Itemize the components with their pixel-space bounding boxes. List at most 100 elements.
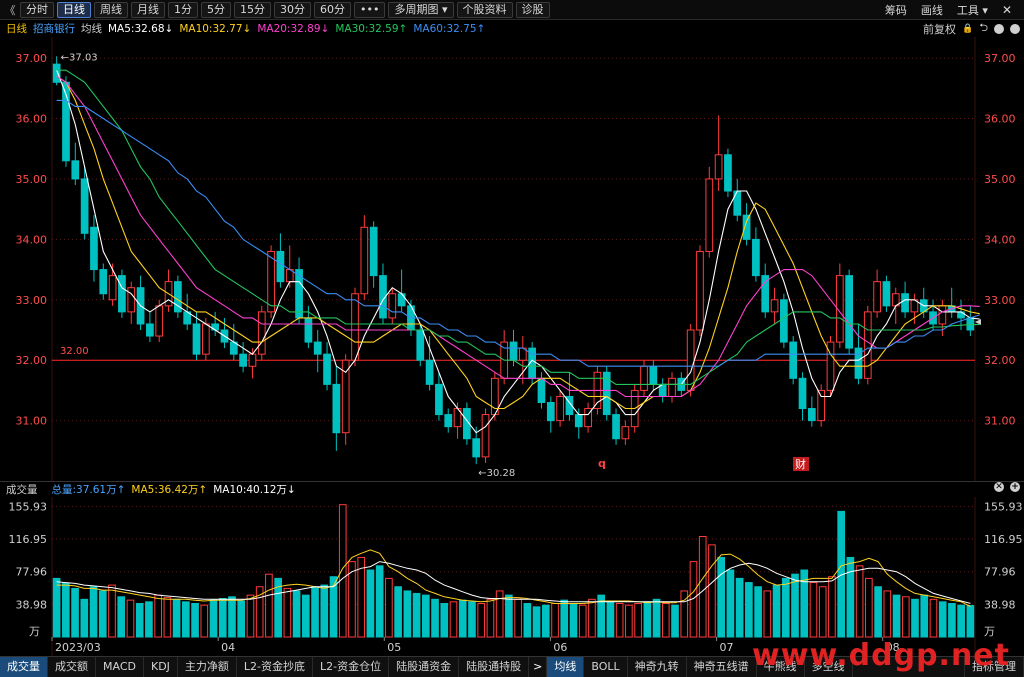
- candle: [332, 366, 341, 451]
- candle-body: [248, 353, 257, 367]
- y-tick-label-left: 33.00: [16, 294, 48, 307]
- period-button[interactable]: •••: [354, 1, 386, 18]
- volume-total: 总量:37.61万↑: [51, 484, 126, 496]
- candle-body: [304, 317, 313, 343]
- period-button[interactable]: 多周期图 ▾: [388, 1, 454, 18]
- candle-body: [257, 311, 266, 355]
- volume-bar: [948, 603, 956, 638]
- candle-body: [332, 383, 341, 434]
- candlestick-chart[interactable]: 37.00 37.00 36.00 36.00 35.00 35.00 34.00 34.00…: [0, 37, 1024, 481]
- candle: [118, 269, 126, 318]
- back-icon[interactable]: 《: [0, 2, 20, 18]
- volume-ma5: MA5:36.42万↑: [131, 484, 208, 496]
- zoom-out-icon[interactable]: −: [1010, 23, 1020, 34]
- close-panel-icon[interactable]: ✕: [994, 482, 1004, 492]
- undo-icon[interactable]: ⮌: [979, 19, 988, 38]
- y-tick-label-right: 36.00: [984, 113, 1016, 126]
- volume-bar: [246, 594, 255, 638]
- stock-name[interactable]: 招商银行: [33, 21, 75, 36]
- candle: [780, 293, 788, 349]
- candle: [146, 311, 154, 343]
- zoom-in-icon[interactable]: +: [994, 23, 1004, 34]
- volume-bar: [505, 594, 513, 638]
- period-button[interactable]: 1分: [168, 1, 198, 18]
- indicator-tab[interactable]: 均线: [547, 657, 585, 677]
- period-button[interactable]: 15分: [234, 1, 271, 18]
- candle: [425, 336, 434, 391]
- tabs-scroll-icon[interactable]: >: [529, 657, 548, 677]
- volume-bar: [828, 576, 836, 638]
- candle: [621, 420, 630, 445]
- volume-bar: [98, 590, 107, 638]
- volume-bar: [661, 603, 670, 638]
- candle-body: [556, 395, 564, 422]
- period-button[interactable]: 分时: [20, 1, 54, 18]
- add-panel-icon[interactable]: +: [1010, 482, 1020, 492]
- period-button[interactable]: 周线: [94, 1, 128, 18]
- vol-y-tick-left: 77.96: [16, 566, 48, 579]
- volume-bar: [71, 587, 79, 638]
- volume-bar: [883, 590, 892, 638]
- period-button[interactable]: 日线: [57, 1, 91, 18]
- candle-body: [99, 269, 108, 295]
- ma-label[interactable]: 均线: [81, 21, 102, 36]
- indicator-tab[interactable]: BOLL: [584, 657, 628, 677]
- volume-bar: [237, 600, 246, 638]
- indicator-tab[interactable]: L2-资金仓位: [313, 657, 390, 677]
- period-button[interactable]: 诊股: [515, 1, 550, 18]
- candle: [360, 215, 369, 300]
- candle: [537, 372, 546, 409]
- toolbar-right-item[interactable]: 筹码: [885, 2, 907, 18]
- y-tick-label-right: 31.00: [984, 415, 1016, 428]
- indicator-tab[interactable]: MACD: [96, 657, 144, 677]
- period-toolbar: 《 分时 日线 周线 月线 1分 5分 15分 30分 60分 ••• 多周期图 ▾ 个股资料 诊股 筹…: [0, 0, 1024, 20]
- candle: [584, 402, 592, 433]
- indicator-tab[interactable]: 成交量: [0, 657, 48, 677]
- lock-icon[interactable]: 🔒: [962, 24, 973, 34]
- candle-body: [724, 154, 732, 192]
- volume-bar: [911, 598, 919, 638]
- candle-body: [686, 329, 695, 391]
- volume-bar: [486, 598, 495, 638]
- indicator-tab[interactable]: 主力净额: [178, 657, 237, 677]
- indicator-tab[interactable]: 神奇九转: [628, 657, 687, 677]
- close-icon[interactable]: ✕: [1002, 3, 1012, 17]
- indicator-tab[interactable]: L2-资金抄底: [237, 657, 314, 677]
- candle: [574, 408, 583, 439]
- volume-bar: [421, 594, 430, 638]
- candle-body: [714, 154, 723, 180]
- indicator-tab[interactable]: KDJ: [144, 657, 178, 677]
- period-button[interactable]: 30分: [274, 1, 311, 18]
- period-button[interactable]: 5分: [201, 1, 231, 18]
- x-tick-label: 07: [720, 641, 734, 654]
- volume-chart[interactable]: 155.93 155.93 116.95 116.95 77.96 77.96 38.98 3…: [0, 497, 1024, 656]
- period-button[interactable]: 60分: [314, 1, 351, 18]
- volume-bar: [394, 586, 402, 638]
- volume-bar: [791, 573, 799, 638]
- toolbar-right-item[interactable]: 工具 ▾: [957, 2, 988, 18]
- reference-line-label: 32.00: [60, 346, 89, 357]
- period-button[interactable]: 月线: [131, 1, 165, 18]
- volume-bar: [477, 603, 486, 638]
- candle-body: [397, 293, 406, 307]
- candle-body: [649, 365, 658, 385]
- volume-bar: [938, 601, 947, 638]
- period-button[interactable]: 个股资料: [456, 1, 513, 18]
- candle: [127, 281, 136, 324]
- indicator-tab[interactable]: 陆股通资金: [389, 657, 460, 677]
- volume-bar: [643, 601, 652, 638]
- volume-bar: [726, 569, 735, 638]
- indicator-tab[interactable]: 成交额: [48, 657, 96, 677]
- low-annotation: ←30.28: [478, 468, 515, 479]
- candle: [724, 148, 732, 198]
- indicator-tab[interactable]: 陆股通持股: [459, 657, 530, 677]
- indicator-tab[interactable]: 神奇五线谱: [687, 657, 757, 677]
- volume-bar: [191, 603, 199, 638]
- adjust-label[interactable]: 前复权: [923, 21, 956, 37]
- candle: [323, 342, 331, 391]
- volume-bar: [745, 582, 753, 638]
- candle: [490, 372, 499, 421]
- volume-bar: [145, 601, 153, 638]
- toolbar-right-item[interactable]: 画线: [921, 2, 943, 18]
- candle: [369, 221, 378, 288]
